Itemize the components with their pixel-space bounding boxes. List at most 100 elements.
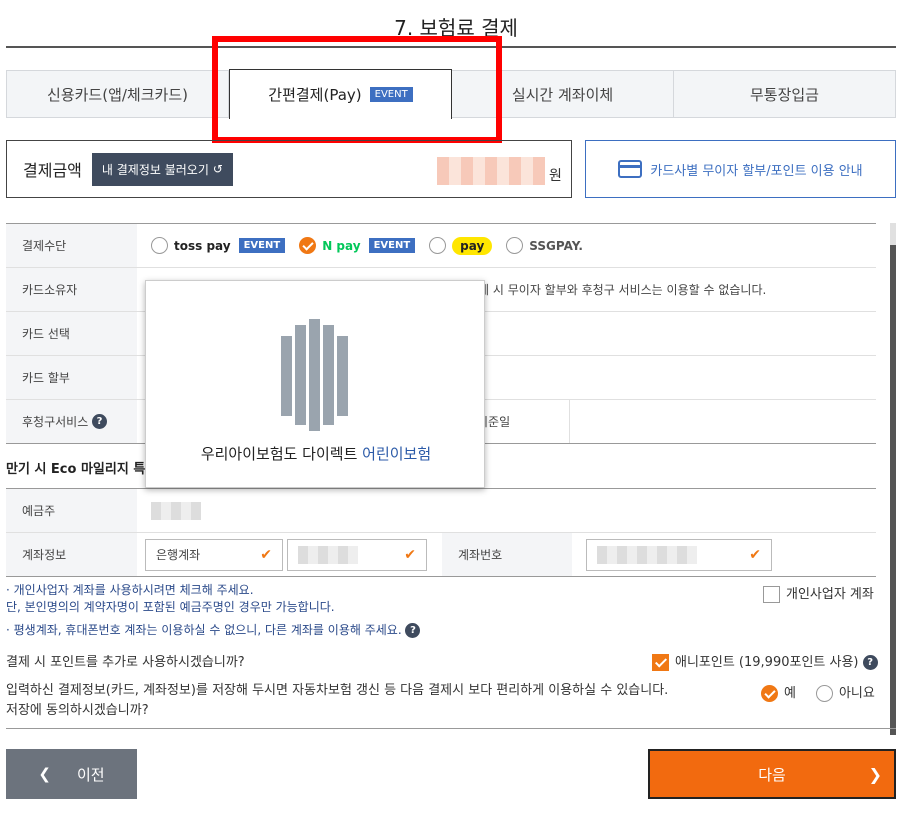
event-badge: EVENT (238, 238, 286, 253)
scrollbar-thumb[interactable] (890, 245, 896, 735)
number-blurred (597, 545, 697, 564)
points-question: 결제 시 포인트를 추가로 사용하시겠습니까? (6, 655, 245, 670)
logo-bar (295, 325, 306, 425)
note-line: · 개인사업자 계좌를 사용하시려면 체크해 주세요. (6, 583, 254, 597)
anypoint-checkbox[interactable]: 애니포인트 (19,990포인트 사용) ? (652, 651, 878, 671)
account-notes: · 개인사업자 계좌를 사용하시려면 체크해 주세요. 단, 본인명의의 계약자… (6, 582, 421, 639)
card-info-link[interactable]: 카드사별 무이자 할부/포인트 이용 안내 (585, 140, 896, 198)
amount-unit: 원 (549, 168, 562, 184)
payment-method-row: 결제수단 toss pay EVENT N pay EVENT pay SSGPAY… (6, 224, 876, 268)
account-number-input[interactable]: ✔ (586, 538, 772, 571)
radio-label: 예 (784, 686, 796, 701)
row-label: 카드소유자 (6, 268, 137, 311)
account-selects: 은행계좌 ✔ ✔ (137, 533, 442, 576)
checkbox-label: 개인사업자 계좌 (786, 587, 874, 602)
radio[interactable] (429, 237, 447, 254)
chevron-down-icon: ✔ (749, 546, 761, 563)
help-icon[interactable]: ? (862, 655, 878, 670)
row-label: 계좌정보 (6, 533, 137, 576)
row-label: 후청구서비스 ? (6, 400, 137, 443)
option-label: SSGPAY. (529, 238, 583, 253)
row-label: 카드 할부 (6, 356, 137, 399)
logo-bar (309, 319, 320, 431)
radio[interactable] (506, 237, 524, 254)
event-badge: EVENT (368, 238, 416, 253)
radio[interactable] (151, 237, 168, 254)
note-line-wrap: · 평생계좌, 휴대폰번호 계좌는 이용하실 수 없으니, 다른 계좌를 이용해… (6, 622, 421, 639)
radio[interactable] (815, 685, 833, 702)
label-text: 후청구서비스 (22, 415, 89, 429)
consent-yes-radio[interactable]: 예 (761, 682, 796, 702)
amount-label: 결제금액 (23, 161, 82, 180)
next-button[interactable]: 다음 ❯ (648, 749, 896, 799)
popup-text-prefix: 우리아이보험도 다이렉트 (200, 445, 363, 463)
button-label: 다음 (758, 765, 786, 784)
radio-checked[interactable] (761, 685, 778, 702)
help-icon[interactable]: ? (405, 623, 421, 638)
holder-row: 예금주 (6, 489, 876, 533)
save-consent-text: 입력하신 결제정보(카드, 계좌정보)를 저장해 두시면 자동차보험 갱신 등 … (6, 681, 668, 721)
account-form: 예금주 계좌정보 은행계좌 ✔ ✔ 계좌번호 ✔ (6, 488, 876, 577)
account-type-select[interactable]: 은행계좌 ✔ (145, 538, 283, 571)
consent-line: 저장에 동의하시겠습니까? (6, 703, 149, 718)
logo-bar (281, 336, 292, 416)
pay-option-ssgpay[interactable]: SSGPAY. (506, 237, 583, 254)
bank-select[interactable]: ✔ (287, 538, 427, 571)
checkbox[interactable] (763, 586, 780, 603)
row-label: 예금주 (6, 489, 137, 532)
consent-no-radio[interactable]: 아니요 (815, 682, 875, 702)
chevron-down-icon: ✔ (404, 546, 416, 563)
bank-blurred (298, 545, 358, 564)
logo-bar (337, 336, 348, 416)
amount-value-blurred (437, 157, 545, 185)
tab-label: 무통장입금 (749, 85, 819, 104)
eco-label: 만기 시 Eco 마일리지 특 (6, 462, 146, 477)
button-label: 내 결제정보 불러오기 (101, 162, 209, 177)
help-icon[interactable]: ? (92, 414, 108, 429)
row-cell: ✔ (572, 533, 876, 576)
row-label: 계좌번호 (442, 533, 572, 576)
pay-option-kakaopay[interactable]: pay (429, 236, 493, 255)
row-cell (570, 400, 876, 443)
chevron-down-icon: ✔ (260, 546, 272, 563)
radio-checked[interactable] (299, 237, 317, 254)
promo-popup[interactable]: 우리아이보험도 다이렉트 어린이보험 (145, 280, 485, 488)
business-account-checkbox[interactable]: 개인사업자 계좌 (763, 583, 874, 603)
note-line: · 평생계좌, 휴대폰번호 계좌는 이용하실 수 없으니, 다른 계좌를 이용해… (6, 623, 402, 637)
radio-label: 아니요 (838, 686, 875, 701)
amount-box: 결제금액 내 결제정보 불러오기 ↺ 원 (6, 140, 572, 198)
checkbox-label: 애니포인트 (19,990포인트 사용) (675, 655, 859, 670)
checkbox-checked[interactable] (652, 654, 669, 671)
row-label: 카드 선택 (6, 312, 137, 355)
option-label: pay (452, 236, 493, 255)
tab-label: 실시간 계좌이체 (511, 85, 614, 104)
holder-blurred (151, 501, 201, 520)
link-label: 카드사별 무이자 할부/포인트 이용 안내 (650, 163, 863, 179)
row-cell (137, 489, 876, 532)
row-label: 결제수단 (6, 224, 137, 267)
account-info-row: 계좌정보 은행계좌 ✔ ✔ 계좌번호 ✔ (6, 533, 876, 577)
highlight-box (212, 36, 502, 143)
option-label: toss pay (174, 238, 231, 253)
note-line: 단, 본인명의의 계약자명이 포함된 예금주명인 경우만 가능합니다. (6, 600, 335, 614)
popup-text-highlight: 어린이보험 (362, 445, 432, 463)
select-value: 은행계좌 (156, 548, 201, 562)
pay-options: toss pay EVENT N pay EVENT pay SSGPAY. (137, 224, 876, 267)
option-label: N pay (322, 238, 361, 253)
tab-bank-deposit[interactable]: 무통장입금 (674, 71, 895, 117)
tab-credit-card[interactable]: 신용카드(앱/체크카드) (7, 71, 229, 117)
load-icon: ↺ (212, 162, 223, 176)
consent-line: 입력하신 결제정보(카드, 계좌정보)를 저장해 두시면 자동차보험 갱신 등 … (6, 683, 669, 698)
divider (6, 728, 896, 729)
popup-text: 우리아이보험도 다이렉트 어린이보험 (146, 443, 486, 464)
prev-button[interactable]: ❮ 이전 (6, 749, 137, 799)
credit-card-icon (618, 160, 643, 178)
pay-option-npay[interactable]: N pay EVENT (299, 237, 416, 254)
pay-option-toss[interactable]: toss pay EVENT (151, 237, 286, 254)
save-consent-options: 예 아니요 (761, 682, 875, 702)
button-label: 이전 (76, 765, 105, 784)
tab-label: 신용카드(앱/체크카드) (47, 85, 188, 104)
load-payment-info-button[interactable]: 내 결제정보 불러오기 ↺ (91, 152, 233, 186)
logo-bar (323, 325, 334, 425)
chevron-right-icon: ❯ (868, 764, 882, 784)
